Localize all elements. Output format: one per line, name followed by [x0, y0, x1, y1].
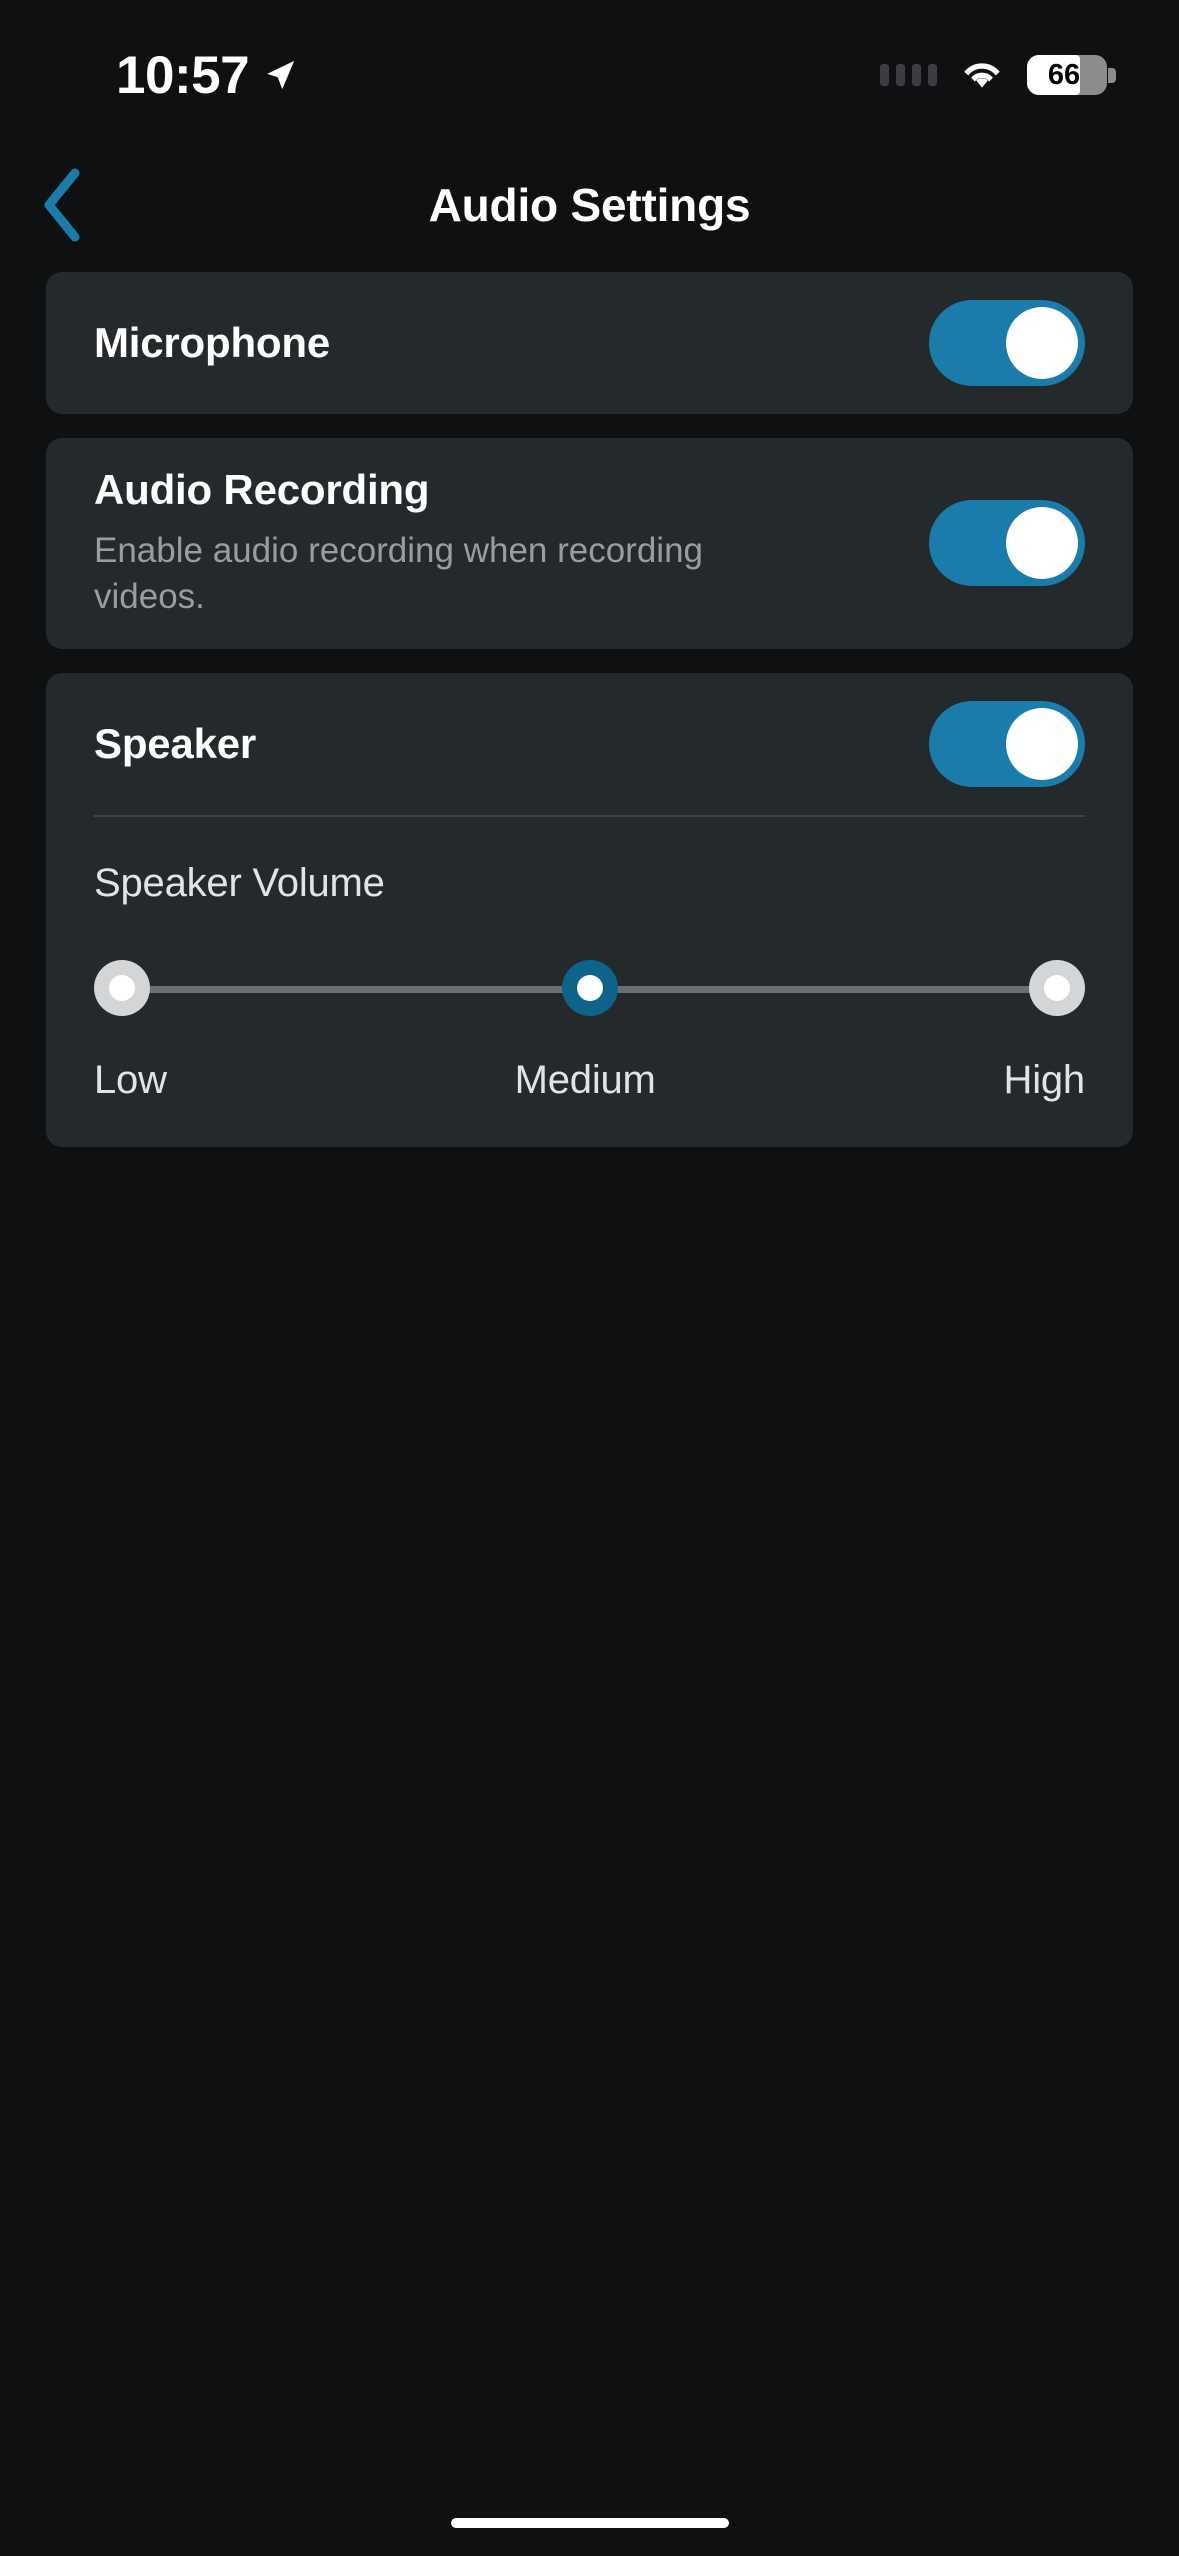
status-bar-right: 66	[880, 55, 1116, 95]
status-bar-left: 10:57	[116, 49, 297, 102]
home-indicator-bar[interactable]	[450, 2518, 729, 2528]
setting-label-audio-recording: Audio Recording	[94, 466, 430, 513]
speaker-volume-label: Speaker Volume	[94, 860, 385, 905]
page-title: Audio Settings	[428, 179, 751, 231]
location-arrow-icon	[267, 60, 295, 90]
slider-stop-high[interactable]	[1029, 959, 1085, 1016]
setting-row-audio-recording-text: Audio Recording Enable audio recording w…	[94, 466, 929, 621]
card-microphone: Microphone	[46, 272, 1133, 414]
setting-row-speaker[interactable]: Speaker	[94, 673, 1085, 815]
signal-dots-icon	[880, 64, 937, 86]
card-audio-recording: Audio Recording Enable audio recording w…	[46, 438, 1133, 649]
slider-label-high[interactable]: High	[1004, 1058, 1086, 1103]
status-bar: 10:57 66	[0, 0, 1179, 150]
speaker-volume-section: Speaker Volume Low Medium High	[94, 817, 1085, 1147]
slider-stop-medium[interactable]	[561, 959, 618, 1016]
battery-indicator: 66	[1027, 55, 1116, 95]
battery-level-text: 66	[1047, 59, 1081, 91]
setting-row-speaker-text: Speaker	[94, 720, 929, 768]
toggle-audio-recording[interactable]	[929, 500, 1085, 587]
battery-nub	[1108, 68, 1116, 83]
slider-scale-labels: Low Medium High	[94, 1058, 1085, 1103]
slider-stop-inner	[1044, 974, 1070, 1001]
toggle-speaker[interactable]	[929, 700, 1085, 787]
wifi-icon	[964, 63, 1000, 88]
slider-stop-low[interactable]	[94, 959, 150, 1016]
toggle-knob	[1006, 507, 1078, 580]
toggle-microphone[interactable]	[929, 300, 1085, 386]
slider-stop-inner	[576, 974, 603, 1001]
setting-row-microphone-text: Microphone	[94, 319, 929, 367]
slider-label-low[interactable]: Low	[94, 1058, 167, 1103]
toggle-knob	[1006, 707, 1078, 780]
card-speaker: Speaker Speaker Volume Low Medium High	[46, 672, 1133, 1147]
setting-row-audio-recording[interactable]: Audio Recording Enable audio recording w…	[94, 438, 1085, 649]
setting-description-audio-recording: Enable audio recording when recording vi…	[94, 531, 704, 617]
slider-label-medium[interactable]: Medium	[515, 1058, 656, 1103]
toggle-knob	[1006, 307, 1078, 379]
settings-list: Microphone Audio Recording Enable audio …	[0, 272, 1179, 1171]
setting-row-microphone[interactable]: Microphone	[94, 272, 1085, 414]
setting-label-speaker: Speaker	[94, 719, 257, 767]
navigation-bar: Audio Settings	[0, 150, 1179, 260]
slider-stop-inner	[109, 974, 135, 1001]
speaker-volume-slider[interactable]	[94, 950, 1085, 1028]
setting-label-microphone: Microphone	[94, 318, 330, 366]
status-bar-clock: 10:57	[116, 45, 250, 105]
